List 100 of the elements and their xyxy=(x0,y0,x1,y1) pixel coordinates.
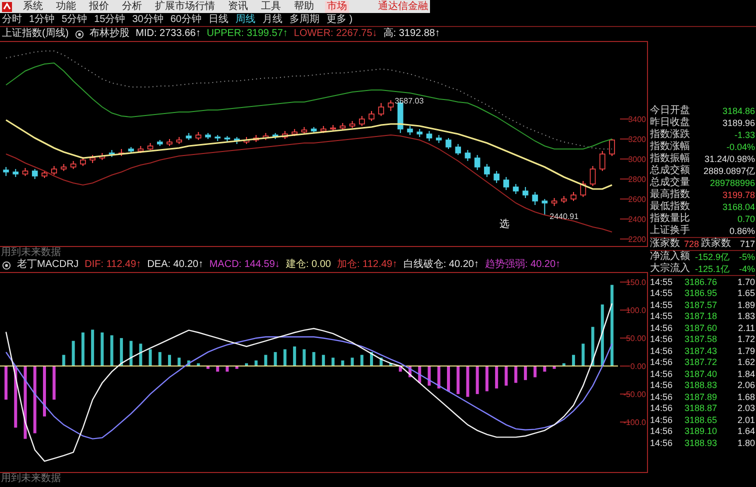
period-tab[interactable]: 分时 xyxy=(2,14,22,26)
candlestick xyxy=(599,150,606,172)
indicator-value: 建仓: 0.00 xyxy=(286,259,331,271)
candlestick xyxy=(542,198,548,216)
tick-time: 14:55 xyxy=(650,287,673,300)
period-tab[interactable]: 15分钟 xyxy=(94,14,126,26)
chart-note: 用到未来数据 xyxy=(0,473,62,484)
candlestick xyxy=(532,192,538,206)
stat-percent: -4% xyxy=(738,263,755,275)
candlestick xyxy=(474,154,480,170)
menu-item[interactable]: 帮助 xyxy=(292,0,316,12)
low-price-label: 2440.91 xyxy=(550,212,579,221)
candlestick xyxy=(22,168,28,176)
axis-label: 2200 xyxy=(628,235,646,244)
stat-label: 大宗流入 xyxy=(650,263,690,275)
tick-time: 14:55 xyxy=(650,276,673,288)
candlestick xyxy=(32,168,38,180)
candlestick xyxy=(340,122,346,130)
candlestick xyxy=(282,130,288,140)
stat-label: 昨日收盘 xyxy=(650,117,690,128)
candlestick xyxy=(42,170,48,178)
stat-value: 0.86% xyxy=(729,225,755,237)
stat-label: 指数涨跌 xyxy=(650,129,690,140)
axis-label: 3200 xyxy=(628,135,646,144)
stat-label: 跌家数 xyxy=(701,238,732,250)
menu-item[interactable]: 系统 xyxy=(21,0,45,12)
menu-item[interactable]: 工具 xyxy=(259,0,283,12)
app-logo-icon xyxy=(2,2,12,12)
tick-price: 3187.89 xyxy=(684,390,718,403)
indicator-value: 白线破仓: 40.20↑ xyxy=(403,259,479,271)
period-tab[interactable]: 日线 xyxy=(208,14,228,26)
candlestick xyxy=(455,144,461,156)
menu-item[interactable]: 功能 xyxy=(54,0,78,12)
tick-time: 14:56 xyxy=(650,436,673,449)
period-tab[interactable]: 1分钟 xyxy=(29,14,55,26)
target-icon[interactable] xyxy=(74,30,84,38)
period-tab[interactable]: 30分钟 xyxy=(132,14,164,26)
menu-item[interactable]: 资讯 xyxy=(226,0,250,12)
tick-time: 14:55 xyxy=(650,298,673,311)
period-tab[interactable]: 多周期 xyxy=(290,14,320,26)
axis-label: 3000 xyxy=(628,155,646,164)
indicator-value: 加仓: 112.49↑ xyxy=(336,259,398,271)
stat-value: 3184.86 xyxy=(722,105,755,117)
stat-value: -0.04% xyxy=(726,141,755,153)
candlestick xyxy=(368,110,374,122)
stat-label: 今日开盘 xyxy=(650,105,690,117)
candlestick xyxy=(378,102,384,116)
candlestick xyxy=(570,192,576,202)
menu-item[interactable]: 扩展市场行情 xyxy=(153,0,217,12)
candlestick xyxy=(436,134,442,144)
tick-volume: 1.72 xyxy=(737,333,755,346)
stat-value: -152.9亿 xyxy=(695,251,730,263)
candlestick xyxy=(3,166,9,176)
tick-price: 3188.87 xyxy=(684,402,718,414)
chart-title: 上证指数(周线) xyxy=(2,28,69,40)
candlestick xyxy=(214,134,221,142)
candlestick xyxy=(349,120,356,128)
candlestick xyxy=(292,128,298,136)
indicator-value: MACD: 144.59↓ xyxy=(209,259,280,271)
period-tab[interactable]: 60分钟 xyxy=(170,14,202,26)
candlestick xyxy=(551,198,558,206)
candlestick xyxy=(157,140,163,146)
tick-price: 3186.95 xyxy=(684,287,718,300)
stat-label: 最低指数 xyxy=(650,201,690,212)
stat-label: 指数振幅 xyxy=(650,153,690,164)
tick-volume: 1.80 xyxy=(737,436,755,449)
axis-label: 100.0 xyxy=(626,306,646,316)
menu-item[interactable]: 报价 xyxy=(87,0,111,12)
chart-note: 用到未来数据 xyxy=(0,247,62,258)
tick-volume: 1.65 xyxy=(737,287,755,300)
tick-price: 3187.60 xyxy=(684,322,718,334)
stat-value: 3168.04 xyxy=(722,201,755,213)
candlestick xyxy=(147,142,154,150)
indicator-value: MID: 2733.66↑ xyxy=(136,28,201,40)
candlestick xyxy=(12,168,19,178)
indicator-value: UPPER: 3199.57↑ xyxy=(206,28,288,40)
stat-percent: -5% xyxy=(738,251,755,263)
candlestick xyxy=(580,180,586,198)
tick-time: 14:56 xyxy=(650,390,673,403)
candlestick xyxy=(446,138,452,150)
stat-value: -1.33 xyxy=(734,129,755,141)
menu-item[interactable]: 市场 xyxy=(325,0,349,12)
indicator-value: 趋势强弱: 40.20↑ xyxy=(484,259,561,271)
indicator-value: DIF: 112.49↑ xyxy=(84,259,142,271)
period-tab[interactable]: 周线 xyxy=(236,14,256,26)
tick-price: 3188.65 xyxy=(684,414,718,426)
candlestick xyxy=(80,156,86,166)
candlestick xyxy=(484,164,490,178)
candlestick xyxy=(416,128,423,138)
period-tab[interactable]: 5分钟 xyxy=(62,14,88,26)
axis-label: 50.00 xyxy=(626,334,646,344)
candlestick xyxy=(561,196,567,204)
target-icon[interactable] xyxy=(2,260,11,270)
candlestick xyxy=(590,166,596,186)
period-tab[interactable]: 更多 ) xyxy=(326,14,353,26)
period-tab[interactable]: 月线 xyxy=(262,14,282,26)
menu-item[interactable]: 分析 xyxy=(120,0,144,12)
candlestick xyxy=(494,170,500,184)
tick-volume: 2.11 xyxy=(738,322,755,334)
tick-price: 3187.57 xyxy=(684,298,718,311)
